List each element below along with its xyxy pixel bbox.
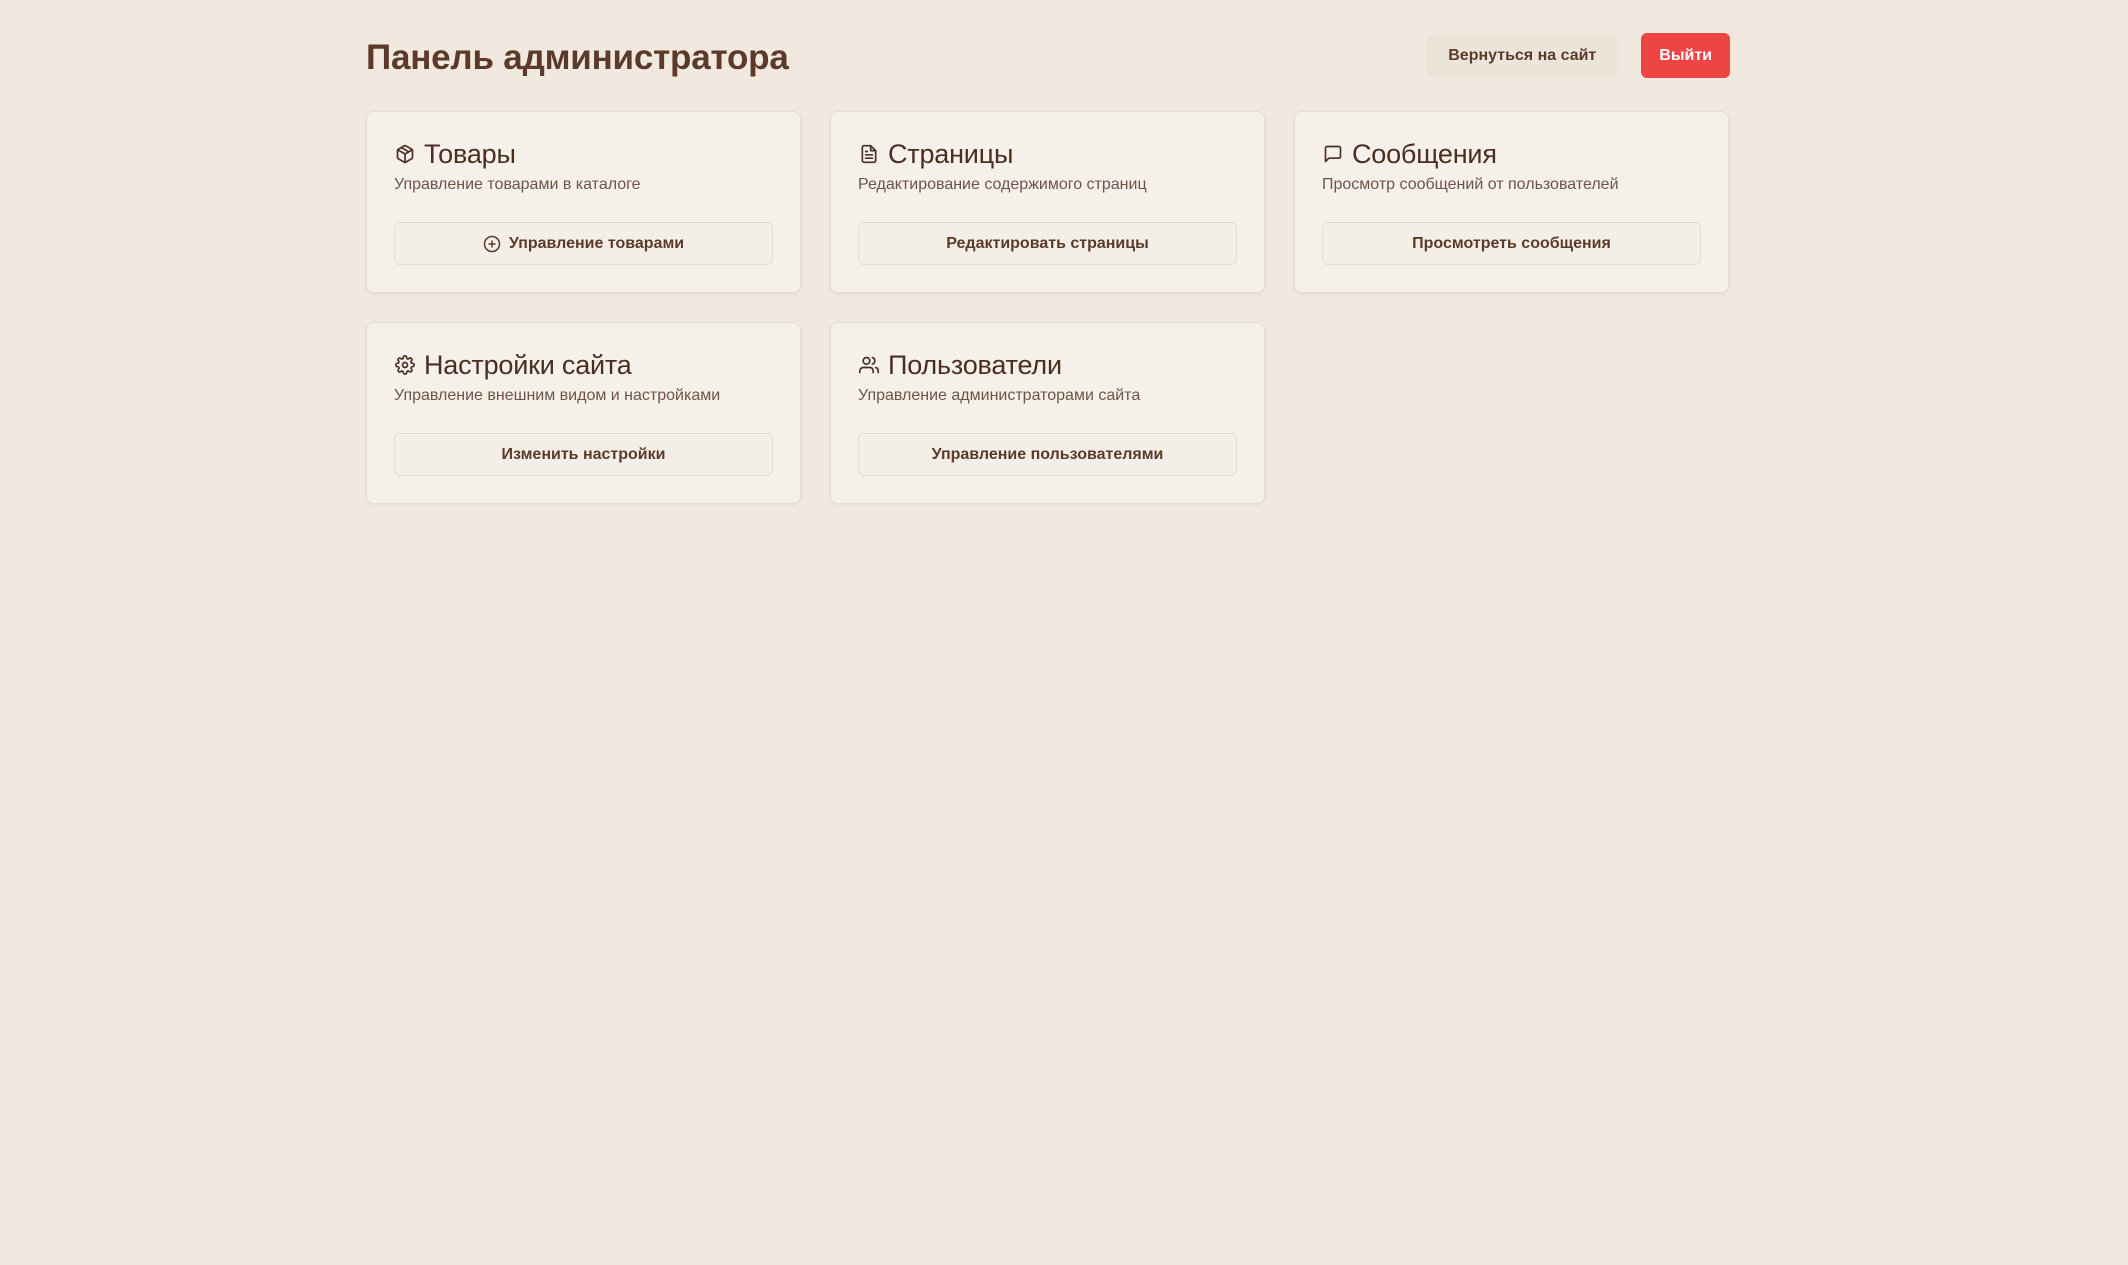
card-site-settings: Настройки сайта Управление внешним видом… bbox=[366, 322, 801, 504]
card-description: Управление внешним видом и настройками bbox=[394, 387, 721, 404]
users-icon bbox=[858, 354, 880, 376]
button-label: Просмотреть сообщения bbox=[1412, 234, 1611, 252]
back-to-site-button[interactable]: Вернуться на сайт bbox=[1427, 32, 1618, 79]
card-title: Страницы bbox=[888, 138, 1014, 169]
message-square-icon bbox=[1322, 143, 1344, 165]
card-header: Страницы bbox=[858, 138, 1237, 170]
gear-icon bbox=[394, 354, 416, 376]
button-label: Изменить настройки bbox=[501, 445, 666, 463]
edit-pages-button[interactable]: Редактировать страницы bbox=[858, 222, 1237, 265]
card-pages: Страницы Редактирование содержимого стра… bbox=[830, 111, 1265, 293]
card-users: Пользователи Управление администраторами… bbox=[830, 322, 1265, 504]
button-label: Управление товарами bbox=[508, 234, 685, 252]
card-header: Пользователи bbox=[858, 349, 1237, 381]
manage-users-button[interactable]: Управление пользователями bbox=[858, 433, 1237, 476]
logout-button[interactable]: Выйти bbox=[1641, 33, 1730, 78]
header: Панель администратора Вернуться на сайт … bbox=[366, 0, 1730, 111]
card-header: Сообщения bbox=[1322, 138, 1701, 170]
change-settings-button[interactable]: Изменить настройки bbox=[394, 433, 773, 476]
card-header: Настройки сайта bbox=[394, 349, 773, 381]
file-text-icon bbox=[858, 143, 880, 165]
admin-dashboard: Панель администратора Вернуться на сайт … bbox=[366, 0, 1730, 504]
button-label: Редактировать страницы bbox=[946, 234, 1149, 252]
card-messages: Сообщения Просмотр сообщений от пользова… bbox=[1294, 111, 1729, 293]
card-title: Пользователи bbox=[888, 349, 1062, 380]
card-description: Просмотр сообщений от пользователей bbox=[1322, 176, 1619, 193]
header-actions: Вернуться на сайт Выйти bbox=[1427, 32, 1730, 79]
cards-grid: Товары Управление товарами в каталоге Уп… bbox=[366, 111, 1730, 504]
card-title: Товары bbox=[424, 138, 516, 169]
plus-circle-icon bbox=[483, 235, 501, 253]
card-title: Настройки сайта bbox=[424, 349, 632, 380]
view-messages-button[interactable]: Просмотреть сообщения bbox=[1322, 222, 1701, 265]
page-title: Панель администратора bbox=[366, 37, 789, 77]
card-title: Сообщения bbox=[1352, 138, 1497, 169]
card-products: Товары Управление товарами в каталоге Уп… bbox=[366, 111, 801, 293]
button-label: Управление пользователями bbox=[931, 445, 1164, 463]
card-description: Управление администраторами сайта bbox=[858, 387, 1141, 404]
manage-products-button[interactable]: Управление товарами bbox=[394, 222, 773, 265]
card-description: Редактирование содержимого страниц bbox=[858, 176, 1147, 193]
card-header: Товары bbox=[394, 138, 773, 170]
package-icon bbox=[394, 143, 416, 165]
card-description: Управление товарами в каталоге bbox=[394, 176, 641, 193]
